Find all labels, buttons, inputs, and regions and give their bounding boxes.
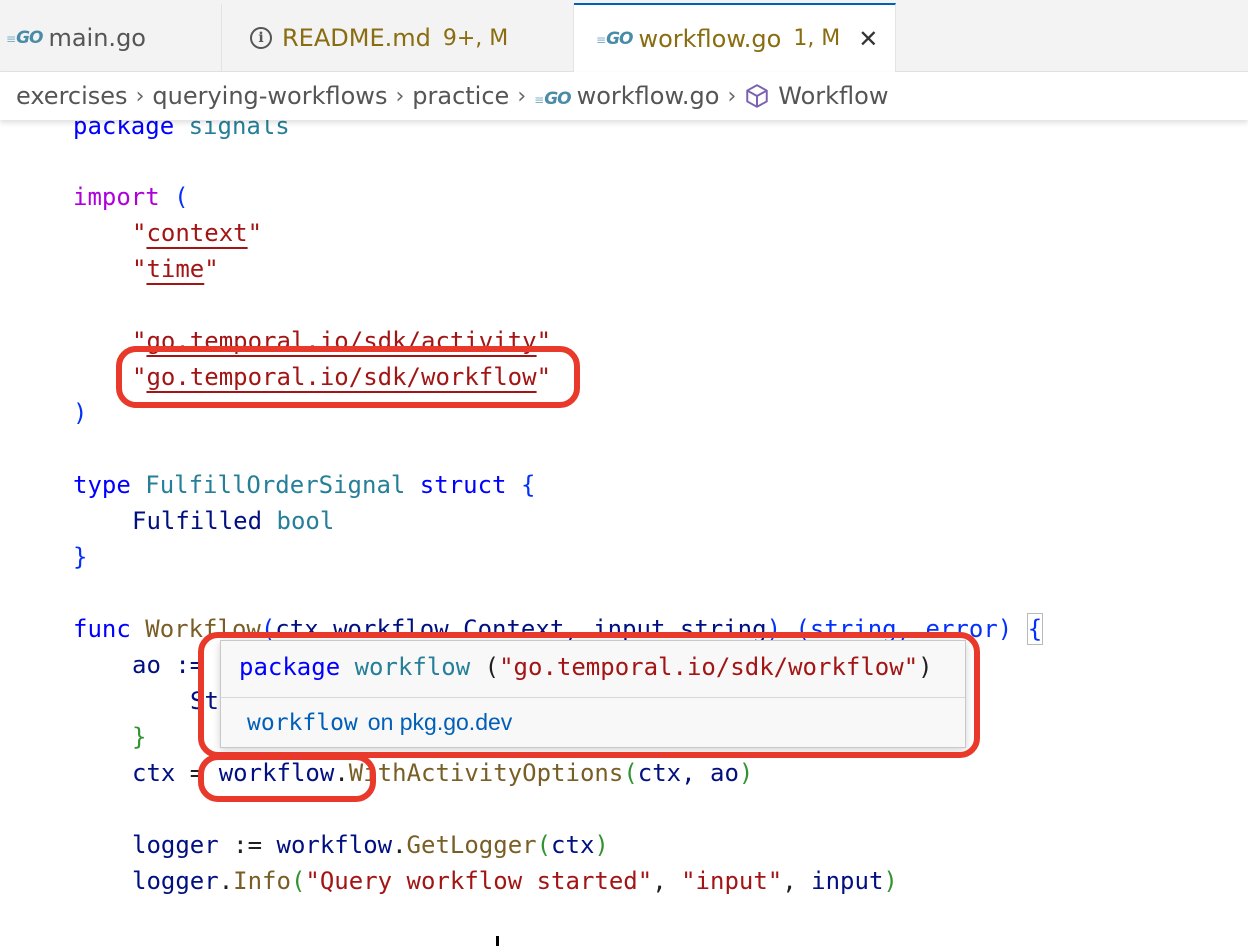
code-line: logger := workflow.GetLogger(ctx) bbox=[132, 831, 609, 859]
breadcrumb-exercises[interactable]: exercises bbox=[16, 82, 128, 110]
close-icon[interactable]: ✕ bbox=[858, 25, 878, 53]
tab-badge: 1, M bbox=[793, 26, 841, 51]
chevron-right-icon: › bbox=[135, 83, 145, 109]
code-line: logger.Info("Query workflow started", "i… bbox=[132, 867, 898, 895]
code-line: ) bbox=[73, 399, 88, 427]
code-line: St bbox=[190, 687, 219, 715]
breadcrumb-file[interactable]: GOworkflow.go bbox=[534, 82, 719, 110]
code-line: ao := bbox=[132, 651, 205, 679]
breadcrumb-file-label: workflow.go bbox=[576, 82, 720, 110]
breadcrumb-symbol-label: Workflow bbox=[778, 82, 889, 110]
pkg-go-dev-link[interactable]: workflow on pkg.go.dev bbox=[247, 709, 512, 736]
hover-popup: package workflow ("go.temporal.io/sdk/wo… bbox=[220, 640, 966, 748]
code-line: import ( bbox=[73, 183, 189, 211]
breadcrumb: exercises › querying-workflows › practic… bbox=[0, 72, 1248, 120]
chevron-right-icon: › bbox=[395, 83, 405, 109]
tab-workflow-go[interactable]: GO workflow.go 1, M ✕ bbox=[574, 3, 896, 72]
hover-divider bbox=[221, 697, 965, 698]
code-line: "time" bbox=[132, 255, 219, 283]
code-line: } bbox=[132, 723, 147, 751]
code-line: "context" bbox=[132, 219, 263, 247]
code-line: type FulfillOrderSignal struct { bbox=[73, 471, 536, 499]
code-line: "go.temporal.io/sdk/activity" bbox=[132, 327, 552, 355]
info-icon: i bbox=[250, 27, 272, 49]
editor-tab-bar: GO main.go i README.md 9+, M GO workflow… bbox=[0, 0, 1248, 72]
go-file-icon: GO bbox=[6, 28, 43, 48]
text-cursor bbox=[496, 936, 499, 946]
breadcrumb-symbol[interactable]: Workflow bbox=[744, 82, 888, 110]
workflow-package-ref[interactable]: workflow bbox=[219, 759, 335, 787]
code-line: } bbox=[73, 543, 88, 571]
breadcrumb-practice[interactable]: practice bbox=[412, 82, 509, 110]
tab-label: README.md bbox=[282, 24, 431, 52]
tab-main-go[interactable]: GO main.go bbox=[0, 4, 222, 72]
tab-label: workflow.go bbox=[638, 24, 782, 53]
hover-signature: package workflow ("go.temporal.io/sdk/wo… bbox=[239, 653, 933, 681]
breadcrumb-querying-workflows[interactable]: querying-workflows bbox=[152, 82, 387, 110]
cube-symbol-icon bbox=[746, 84, 768, 108]
code-line: ctx = workflow.WithActivityOptions(ctx, … bbox=[132, 759, 754, 787]
code-line: "go.temporal.io/sdk/workflow" bbox=[132, 363, 552, 391]
tab-readme[interactable]: i README.md 9+, M bbox=[222, 4, 574, 72]
code-editor[interactable]: package signals import ( "context" "time… bbox=[0, 108, 1248, 944]
chevron-right-icon: › bbox=[517, 83, 527, 109]
go-file-icon: GO bbox=[534, 89, 571, 109]
chevron-right-icon: › bbox=[727, 83, 737, 109]
tab-label: main.go bbox=[48, 24, 146, 52]
tab-badge: 9+, M bbox=[442, 25, 509, 51]
code-line: Fulfilled bool bbox=[132, 507, 335, 535]
go-file-icon: GO bbox=[596, 29, 633, 49]
